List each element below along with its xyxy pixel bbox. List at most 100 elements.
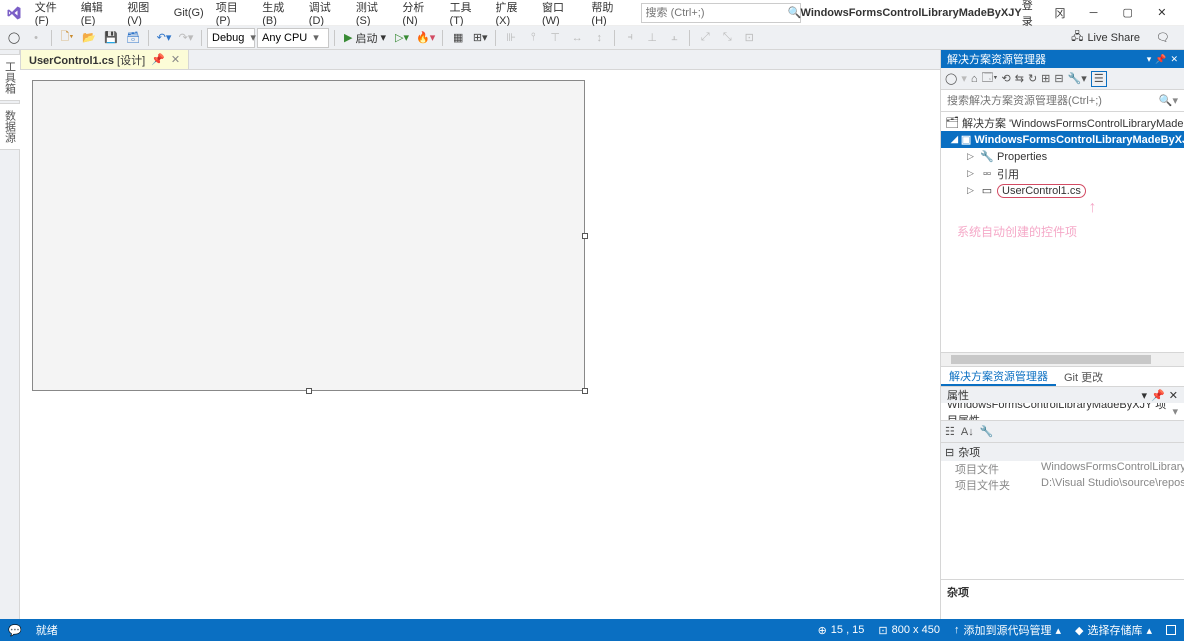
save-button[interactable]: 💾 <box>101 28 121 48</box>
status-select-repo[interactable]: ◆选择存储库▴ <box>1075 622 1152 638</box>
menu-test[interactable]: 测试(S) <box>350 0 397 27</box>
events-icon[interactable]: 🔧 <box>980 425 994 438</box>
size-2[interactable]: ⤡ <box>717 28 737 48</box>
pin-icon[interactable]: 📌 <box>151 53 165 66</box>
se-search-input[interactable] <box>941 95 1153 107</box>
solution-name: WindowsFormsControlLibraryMadeByXJY <box>801 7 1022 19</box>
spacing-1[interactable]: ⫞ <box>620 28 640 48</box>
menu-git[interactable]: Git(G) <box>168 7 210 19</box>
panel-pin-icon[interactable]: 📌 <box>1155 54 1166 65</box>
properties-node[interactable]: ▷ 🔧 Properties <box>941 148 1184 165</box>
se-refresh-icon[interactable]: ↻ <box>1028 72 1037 85</box>
prop-row[interactable]: 项目文件夹D:\Visual Studio\source\repos\W <box>941 477 1184 493</box>
categorized-icon[interactable]: ☷ <box>945 425 955 438</box>
undo-button[interactable]: ↶▾ <box>154 28 174 48</box>
se-search-dropdown-icon[interactable]: 🔍▾ <box>1153 94 1184 107</box>
se-sync-icon[interactable]: ⟲ <box>1002 72 1011 85</box>
align-2[interactable]: ⫯ <box>523 28 543 48</box>
close-button[interactable]: ✕ <box>1146 2 1178 24</box>
prop-pin-icon[interactable]: 📌 <box>1151 389 1165 402</box>
config-combo[interactable]: Debug▾ <box>207 28 255 48</box>
redo-button[interactable]: ↷▾ <box>176 28 196 48</box>
solution-node[interactable]: 🗂 解决方案 'WindowsFormsControlLibraryMadeBy… <box>941 114 1184 131</box>
start-nodebug-button[interactable]: ▷▾ <box>392 28 412 48</box>
resize-handle-corner[interactable] <box>582 388 588 394</box>
usercontrol-file-node[interactable]: ▷ ▭ UserControl1.cs <box>941 182 1184 199</box>
align-3[interactable]: ⊤ <box>545 28 565 48</box>
prop-close-icon[interactable]: ✕ <box>1169 389 1178 402</box>
global-search[interactable]: 🔍 <box>641 3 801 23</box>
menu-build[interactable]: 生成(B) <box>256 0 303 27</box>
maximize-button[interactable]: ▢ <box>1112 2 1144 24</box>
menu-view[interactable]: 视图(V) <box>121 0 168 27</box>
usercontrol-canvas[interactable] <box>32 80 585 391</box>
spacing-2[interactable]: ⊥ <box>642 28 662 48</box>
expander-icon[interactable]: ▷ <box>967 151 977 162</box>
minimize-button[interactable]: ─ <box>1078 2 1110 24</box>
solution-h-scrollbar[interactable] <box>941 352 1184 366</box>
expander-icon[interactable]: ◢ <box>951 134 958 145</box>
open-button[interactable]: 📂 <box>79 28 99 48</box>
se-view-icon[interactable]: 🗔▾ <box>982 69 998 88</box>
tab-git-changes[interactable]: Git 更改 <box>1056 367 1111 386</box>
save-all-button[interactable]: 🗃 <box>123 28 143 48</box>
se-filter-icon[interactable]: ☰ <box>1091 71 1107 87</box>
resize-handle-bottom[interactable] <box>306 388 312 394</box>
size-1[interactable]: ⤢ <box>695 28 715 48</box>
se-wrench-icon[interactable]: 🔧▾ <box>1068 72 1087 85</box>
close-icon[interactable]: ✕ <box>171 53 180 66</box>
spacing-3[interactable]: ⫠ <box>664 28 684 48</box>
feedback-icon[interactable]: 🗨 <box>1156 31 1170 44</box>
liveshare-button[interactable]: 🖧 Live Share 🗨 <box>1071 28 1180 47</box>
solution-tree[interactable]: 🗂 解决方案 'WindowsFormsControlLibraryMadeBy… <box>941 112 1184 352</box>
prop-row[interactable]: 项目文件WindowsFormsControlLibraryMa <box>941 461 1184 477</box>
designer-surface[interactable] <box>20 70 940 619</box>
panel-close-icon[interactable]: ✕ <box>1170 54 1178 65</box>
properties-selected-object[interactable]: WindowsFormsControlLibraryMadeByXJY 项目属性… <box>941 403 1184 421</box>
start-debug-button[interactable]: ▶启动▾ <box>340 30 390 46</box>
expander-icon[interactable]: ▷ <box>967 168 977 179</box>
nav-back-button[interactable]: ◯ <box>4 28 24 48</box>
hot-reload-button[interactable]: 🔥▾ <box>414 28 437 48</box>
panel-menu-icon[interactable]: ▾ <box>1147 54 1152 65</box>
nav-fwd-button[interactable]: • <box>26 28 46 48</box>
alphabetical-icon[interactable]: A↓ <box>961 426 974 438</box>
properties-grid[interactable]: ⊟杂项 项目文件WindowsFormsControlLibraryMa 项目文… <box>941 443 1184 579</box>
status-notifications-icon[interactable] <box>1166 625 1176 635</box>
menu-analyze[interactable]: 分析(N) <box>396 0 443 27</box>
tb-btn-1[interactable]: ▦ <box>448 28 468 48</box>
menu-tools[interactable]: 工具(T) <box>444 0 490 27</box>
title-extra[interactable]: 冈 <box>1055 5 1066 21</box>
se-home-icon[interactable]: ⌂ <box>971 73 978 85</box>
platform-combo[interactable]: Any CPU▾ <box>257 28 329 48</box>
menu-extensions[interactable]: 扩展(X) <box>489 0 536 27</box>
references-node[interactable]: ▷ ▫▫ 引用 <box>941 165 1184 182</box>
toolbox-tab[interactable]: 工具箱 <box>0 54 21 101</box>
resize-handle-right[interactable] <box>582 233 588 239</box>
document-tab[interactable]: UserControl1.cs [设计] 📌 ✕ <box>20 50 189 69</box>
new-dropdown[interactable]: 🗋▾ <box>57 28 77 48</box>
align-4[interactable]: ↔ <box>567 28 587 48</box>
se-back-icon[interactable]: ◯ <box>945 72 957 85</box>
search-input[interactable] <box>646 7 788 19</box>
prop-category[interactable]: ⊟杂项 <box>941 443 1184 461</box>
menu-edit[interactable]: 编辑(E) <box>75 0 122 27</box>
status-output-icon[interactable]: 💬 <box>8 624 22 637</box>
menu-project[interactable]: 项目(P) <box>210 0 257 27</box>
align-5[interactable]: ↕ <box>589 28 609 48</box>
solution-explorer-search[interactable]: 🔍▾ <box>941 90 1184 112</box>
tb-btn-2[interactable]: ⊞▾ <box>470 28 490 48</box>
size-3[interactable]: ⊡ <box>739 28 759 48</box>
datasource-tab[interactable]: 数据源 <box>0 103 21 150</box>
align-1[interactable]: ⊪ <box>501 28 521 48</box>
project-node[interactable]: ◢ ▣ WindowsFormsControlLibraryMadeByXJY <box>941 131 1184 148</box>
menu-help[interactable]: 帮助(H) <box>585 0 632 27</box>
menu-file[interactable]: 文件(F) <box>29 0 75 27</box>
tab-solution-explorer[interactable]: 解决方案资源管理器 <box>941 367 1056 386</box>
status-add-source-control[interactable]: ↑添加到源代码管理▴ <box>954 622 1061 638</box>
expander-icon[interactable]: ▷ <box>967 185 977 196</box>
menu-window[interactable]: 窗口(W) <box>536 0 585 27</box>
menu-debug[interactable]: 调试(D) <box>303 0 350 27</box>
prop-menu-icon[interactable]: ▾ <box>1142 389 1148 402</box>
login-link[interactable]: 登录 <box>1022 0 1043 29</box>
